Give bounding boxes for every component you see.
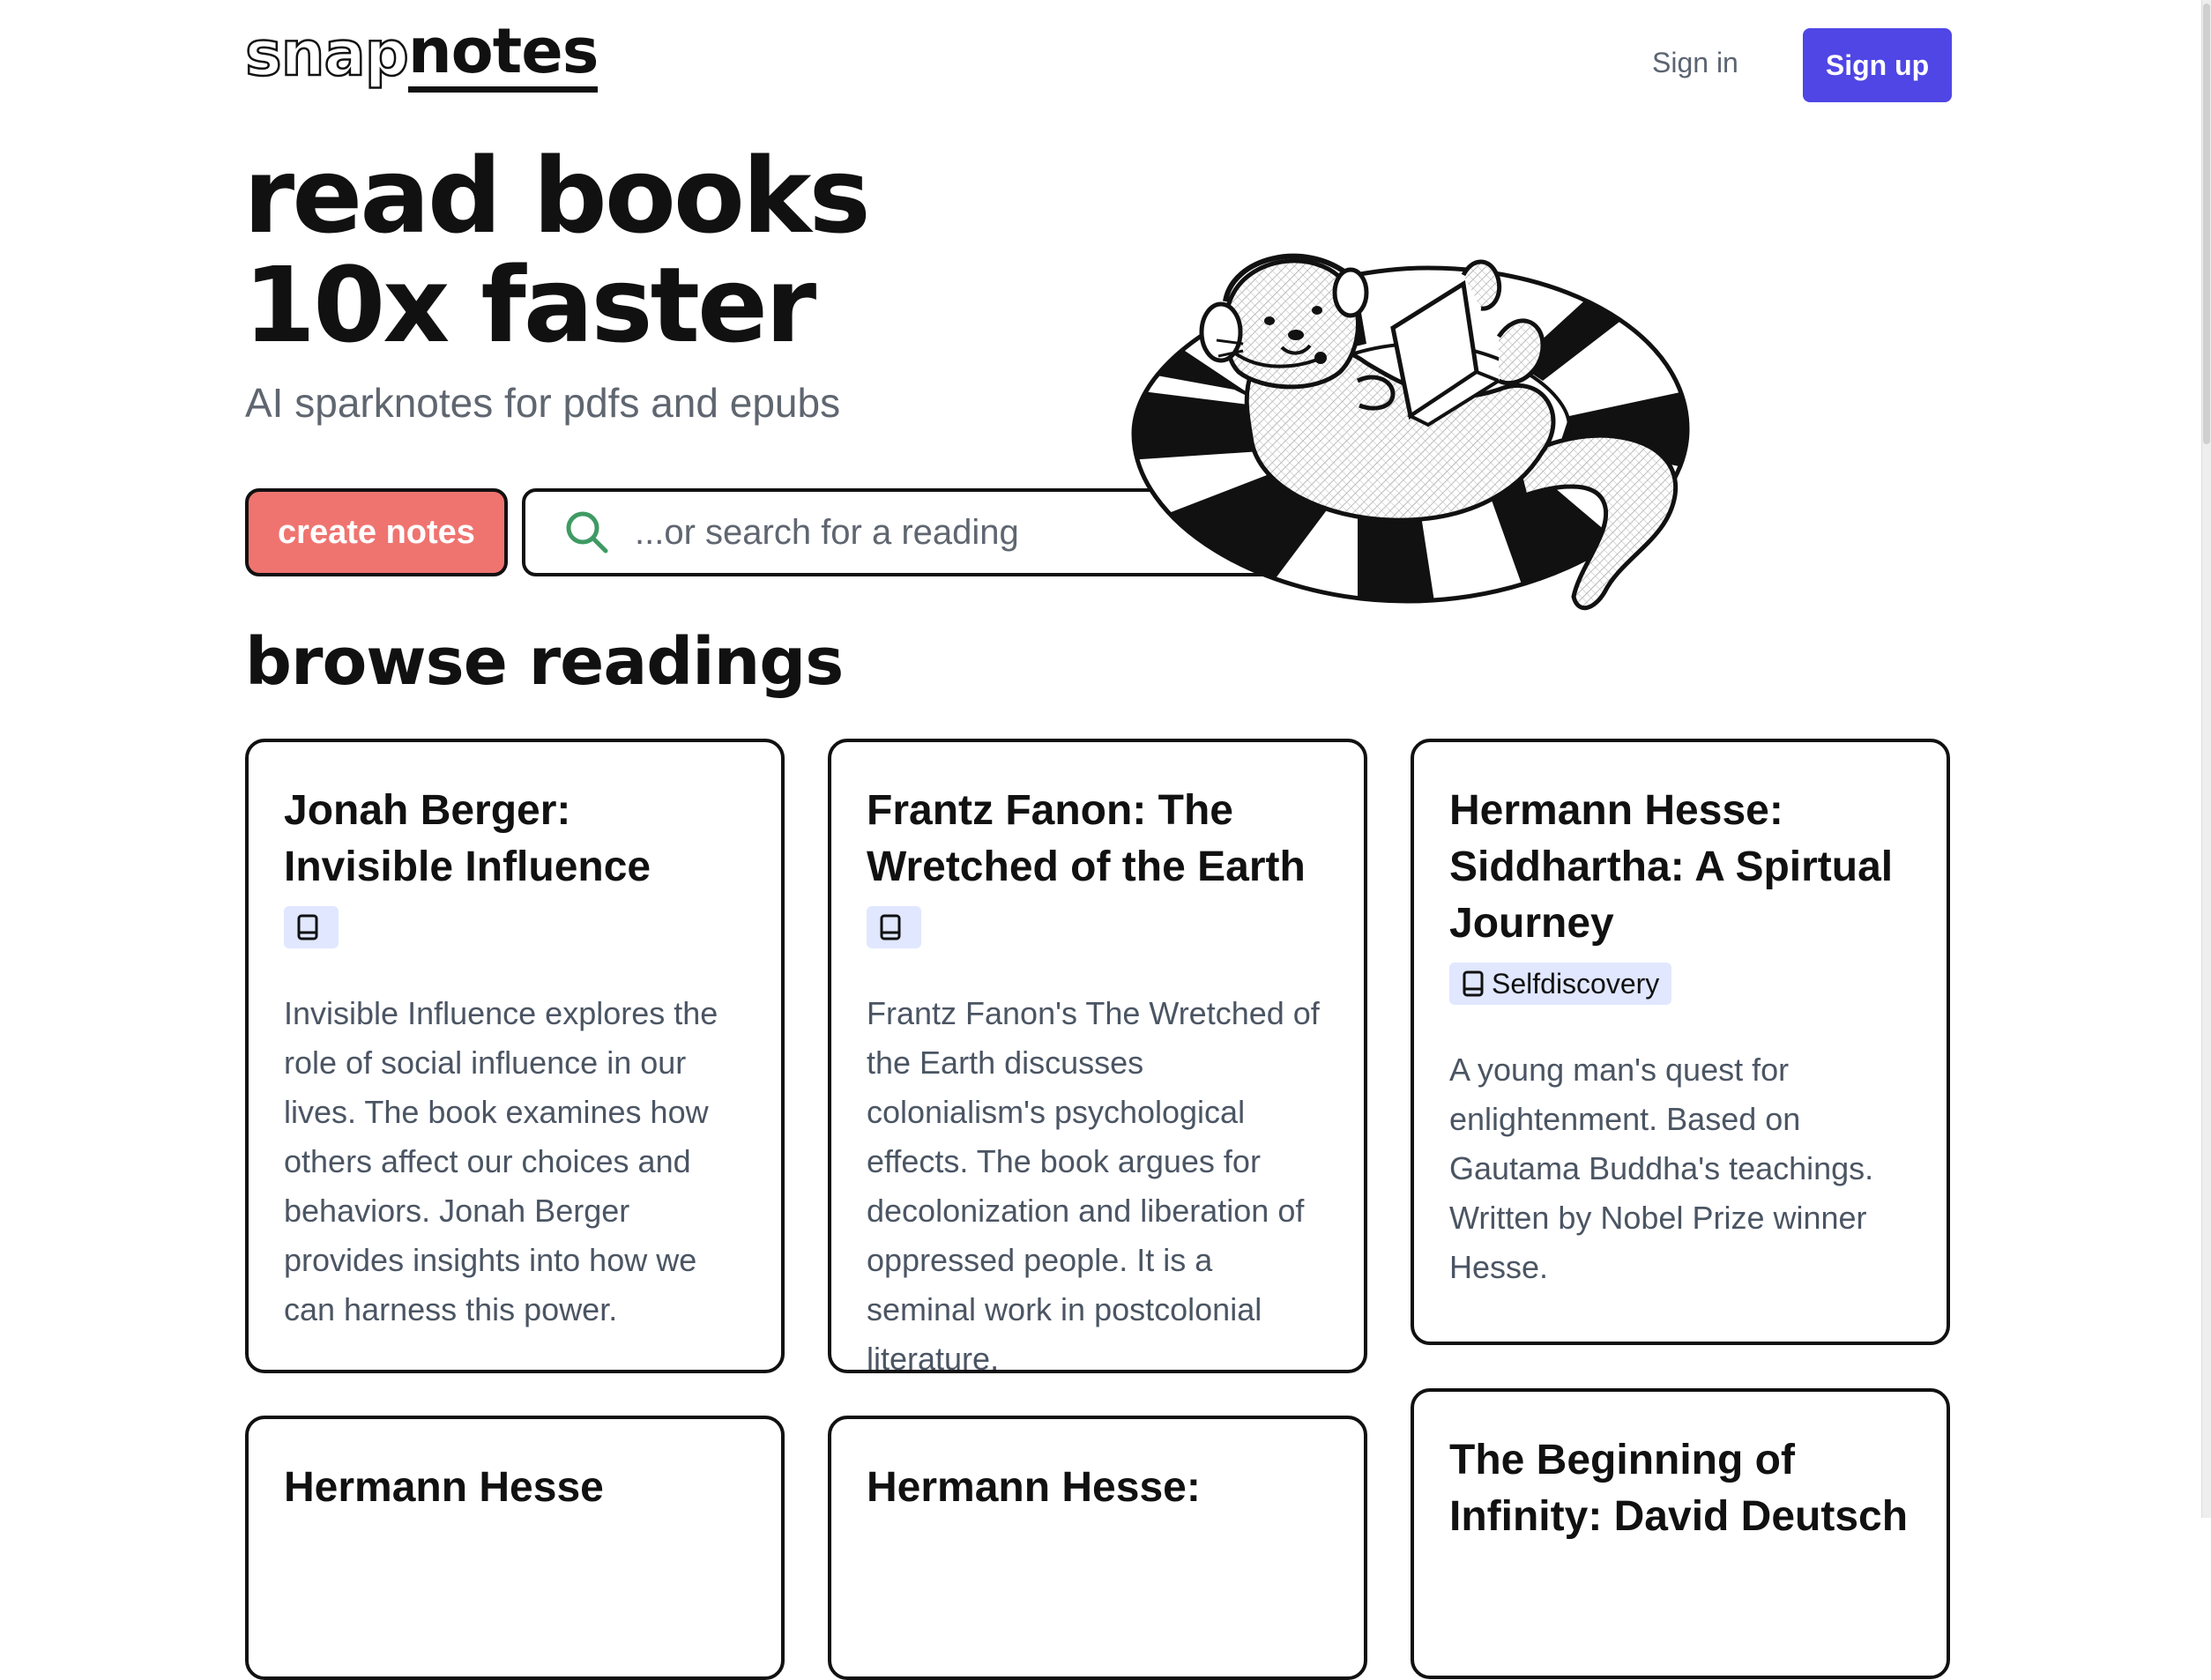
hero-subtitle: AI sparknotes for pdfs and epubs [245, 380, 841, 426]
reading-card-siddhartha[interactable]: Hermann Hesse: Siddhartha: A Spirtual Jo… [1411, 739, 1950, 1345]
otter-reading-illustration [1131, 253, 1690, 610]
card-tag: Selfdiscovery [1449, 963, 1672, 1005]
reading-card-beginning-of-infinity[interactable]: The Beginning of Infinity: David Deutsch [1411, 1388, 1950, 1679]
reading-card-hermann-hesse-1[interactable]: Hermann Hesse [245, 1416, 785, 1680]
reading-card-invisible-influence[interactable]: Jonah Berger: Invisible Influence Invisi… [245, 739, 785, 1373]
logo-notes-text: notes [407, 16, 599, 93]
card-description: A young man's quest for enlightenment. B… [1449, 1052, 1874, 1285]
card-title: Frantz Fanon: The Wretched of the Earth [867, 787, 1306, 890]
card-title: Jonah Berger: Invisible Influence [284, 787, 651, 890]
book-icon [297, 914, 318, 940]
book-icon [1463, 970, 1484, 997]
logo-snap-text: snap [244, 17, 410, 92]
book-icon [880, 914, 901, 940]
sign-up-button[interactable]: Sign up [1803, 28, 1952, 102]
card-description: Frantz Fanon's The Wretched of the Earth… [867, 995, 1320, 1377]
card-tag [284, 906, 339, 948]
card-description: Invisible Influence explores the role of… [284, 995, 718, 1327]
card-title: Hermann Hesse: Siddhartha: A Spirtual Jo… [1449, 787, 1894, 947]
hero-title: read books 10x faster [243, 135, 871, 366]
reading-card-hermann-hesse-2[interactable]: Hermann Hesse: [828, 1416, 1367, 1680]
browse-readings-heading: browse readings [245, 624, 844, 700]
create-notes-button[interactable]: create notes [245, 488, 508, 576]
card-tag-label: Selfdiscovery [1492, 967, 1660, 1000]
page-scrollbar[interactable] [2201, 0, 2211, 1518]
snapnotes-logo[interactable]: snap notes [244, 16, 599, 93]
scrollbar-thumb[interactable] [2203, 4, 2210, 444]
search-icon [566, 511, 608, 554]
reading-card-wretched-of-the-earth[interactable]: Frantz Fanon: The Wretched of the Earth … [828, 739, 1367, 1377]
card-title: The Beginning of Infinity: David Deutsch [1449, 1437, 1909, 1540]
card-title: Hermann Hesse: [867, 1464, 1201, 1511]
hero-title-line-1: read books [243, 135, 871, 256]
card-title: Hermann Hesse [284, 1464, 604, 1511]
sign-in-link[interactable]: Sign in [1649, 40, 1742, 86]
hero-title-line-2: 10x faster [243, 244, 816, 366]
card-tag [867, 906, 921, 948]
